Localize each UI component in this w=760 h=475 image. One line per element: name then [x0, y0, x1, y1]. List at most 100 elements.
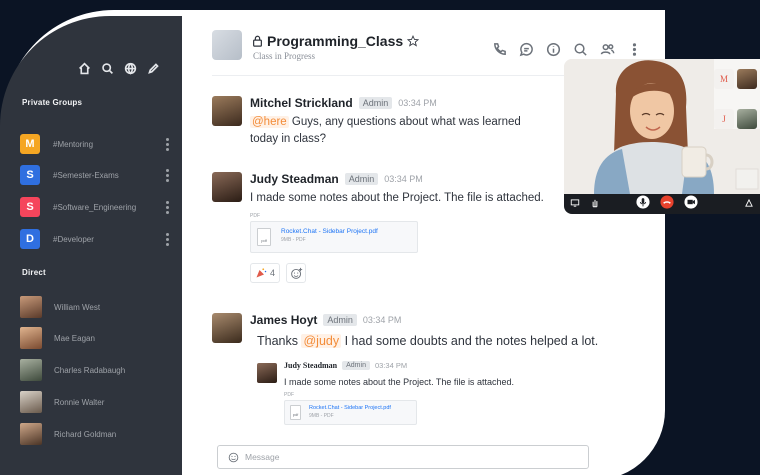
mention[interactable]: @here: [250, 116, 289, 128]
dm-label: William West: [54, 302, 101, 312]
role-badge: Admin: [342, 361, 370, 370]
message-header: Judy Steadman Admin 03:34 PM: [250, 172, 423, 186]
kebab-icon[interactable]: [627, 42, 642, 57]
room-badge: S: [20, 197, 40, 217]
avatar: [20, 391, 42, 413]
participant-avatar[interactable]: [737, 69, 757, 89]
quote-header: Judy Steadman Admin 03:34 PM: [284, 361, 407, 370]
file-size: 9MB - PDF: [309, 413, 334, 419]
quote-author[interactable]: Judy Steadman: [284, 361, 337, 370]
timestamp: 03:34 PM: [384, 174, 423, 184]
message-text: I had some doubts and the notes helped a…: [344, 334, 599, 348]
role-badge: Admin: [358, 97, 393, 109]
file-attachment[interactable]: pdf Rocket.Chat - Sidebar Project.pdf 9M…: [284, 400, 417, 425]
participant-tile-m[interactable]: M: [714, 69, 734, 89]
threads-icon[interactable]: [519, 42, 534, 57]
sidebar-item-developer[interactable]: D #Developer: [20, 228, 170, 250]
file-name-link[interactable]: Rocket.Chat - Sidebar Project.pdf: [309, 405, 391, 411]
screen-share-icon[interactable]: [570, 195, 580, 213]
info-icon[interactable]: [546, 42, 561, 57]
sidebar-item-label: #Semester-Exams: [53, 170, 119, 180]
sidebar-dm-ronnie-walter[interactable]: Ronnie Walter: [20, 391, 104, 413]
quote-text: I made some notes about the Project. The…: [284, 377, 514, 387]
pencil-icon[interactable]: [147, 62, 160, 75]
author-name[interactable]: James Hoyt: [250, 313, 317, 327]
settings-icon[interactable]: [744, 195, 754, 213]
raise-hand-icon[interactable]: [590, 195, 600, 213]
sidebar-dm-richard-goldman[interactable]: Richard Goldman: [20, 423, 116, 445]
file-icon: pdf: [290, 405, 301, 420]
sidebar-dm-mae-eagan[interactable]: Mae Eagan: [20, 327, 95, 349]
message-composer[interactable]: Message: [217, 445, 589, 469]
composer-placeholder: Message: [245, 452, 280, 462]
avatar[interactable]: [212, 96, 242, 126]
camera-icon[interactable]: [684, 194, 698, 214]
avatar[interactable]: [212, 172, 242, 202]
call-controls: [564, 194, 760, 214]
members-icon[interactable]: [600, 42, 615, 57]
direct-title: Direct: [22, 268, 46, 277]
message-text: Guys, any questions about what was learn…: [291, 116, 521, 128]
room-avatar: [212, 30, 242, 60]
attachment-type-label: PDF: [284, 392, 294, 398]
author-name[interactable]: Mitchel Strickland: [250, 96, 353, 110]
sidebar-item-software-engineering[interactable]: S #Software_Engineering: [20, 196, 170, 218]
header-actions: [492, 42, 642, 57]
kebab-icon[interactable]: [166, 137, 170, 151]
reaction[interactable]: 4: [250, 263, 281, 283]
party-popper-icon: [256, 268, 267, 278]
search-icon[interactable]: [573, 42, 588, 57]
sidebar-item-mentoring[interactable]: M #Mentoring: [20, 133, 170, 155]
avatar: [20, 296, 42, 318]
sidebar-header-actions: [78, 62, 160, 75]
home-icon[interactable]: [78, 62, 91, 75]
add-reaction-button[interactable]: [286, 263, 306, 283]
avatar: [20, 423, 42, 445]
search-icon[interactable]: [101, 62, 114, 75]
sidebar-item-semester-exams[interactable]: S #Semester-Exams: [20, 164, 170, 186]
avatar: [20, 327, 42, 349]
role-badge: Admin: [323, 314, 357, 326]
hangup-icon[interactable]: [660, 194, 674, 214]
phone-icon[interactable]: [492, 42, 507, 57]
message-text: I made some notes about the Project. The…: [250, 192, 544, 204]
room-badge: M: [20, 134, 40, 154]
globe-icon[interactable]: [124, 62, 137, 75]
role-badge: Admin: [344, 173, 379, 185]
sidebar-item-label: #Software_Engineering: [53, 202, 137, 212]
kebab-icon[interactable]: [166, 232, 170, 246]
avatar[interactable]: [257, 363, 277, 383]
message-prefix: Thanks: [257, 334, 298, 348]
avatar[interactable]: [212, 313, 242, 343]
sidebar-item-label: #Developer: [53, 234, 94, 244]
reaction-count: 4: [270, 268, 276, 278]
video-feed: M J: [564, 59, 760, 194]
mic-icon[interactable]: [636, 194, 650, 214]
avatar: [20, 359, 42, 381]
author-name[interactable]: Judy Steadman: [250, 172, 339, 186]
sidebar-dm-charles-radabaugh[interactable]: Charles Radabaugh: [20, 359, 125, 381]
message-header: Mitchel Strickland Admin 03:34 PM: [250, 96, 437, 110]
attachment-type-label: PDF: [250, 213, 260, 219]
message-header: James Hoyt Admin 03:34 PM: [250, 313, 401, 327]
message-text-line2: today in class?: [250, 133, 327, 145]
room-badge: D: [20, 229, 40, 249]
kebab-icon[interactable]: [166, 200, 170, 214]
private-groups-title: Private Groups: [22, 98, 83, 107]
kebab-icon[interactable]: [166, 168, 170, 182]
dm-label: Charles Radabaugh: [54, 365, 126, 375]
sidebar-dm-william-west[interactable]: William West: [20, 296, 100, 318]
file-name-link[interactable]: Rocket.Chat - Sidebar Project.pdf: [281, 228, 378, 235]
dm-label: Mae Eagan: [54, 333, 95, 343]
timestamp: 03:34 PM: [362, 315, 402, 325]
star-icon[interactable]: [407, 35, 420, 47]
mention[interactable]: @judy: [301, 334, 342, 348]
room-title[interactable]: Programming_Class: [252, 33, 420, 49]
lock-icon: [253, 35, 262, 47]
emoji-icon[interactable]: [228, 452, 239, 463]
file-icon: pdf: [257, 228, 271, 246]
participant-tile-j[interactable]: J: [714, 109, 734, 129]
sidebar: Private Groups M #Mentoring S #Semester-…: [0, 16, 182, 475]
file-attachment[interactable]: pdf Rocket.Chat - Sidebar Project.pdf 9M…: [250, 221, 418, 253]
participant-avatar[interactable]: [737, 109, 757, 129]
